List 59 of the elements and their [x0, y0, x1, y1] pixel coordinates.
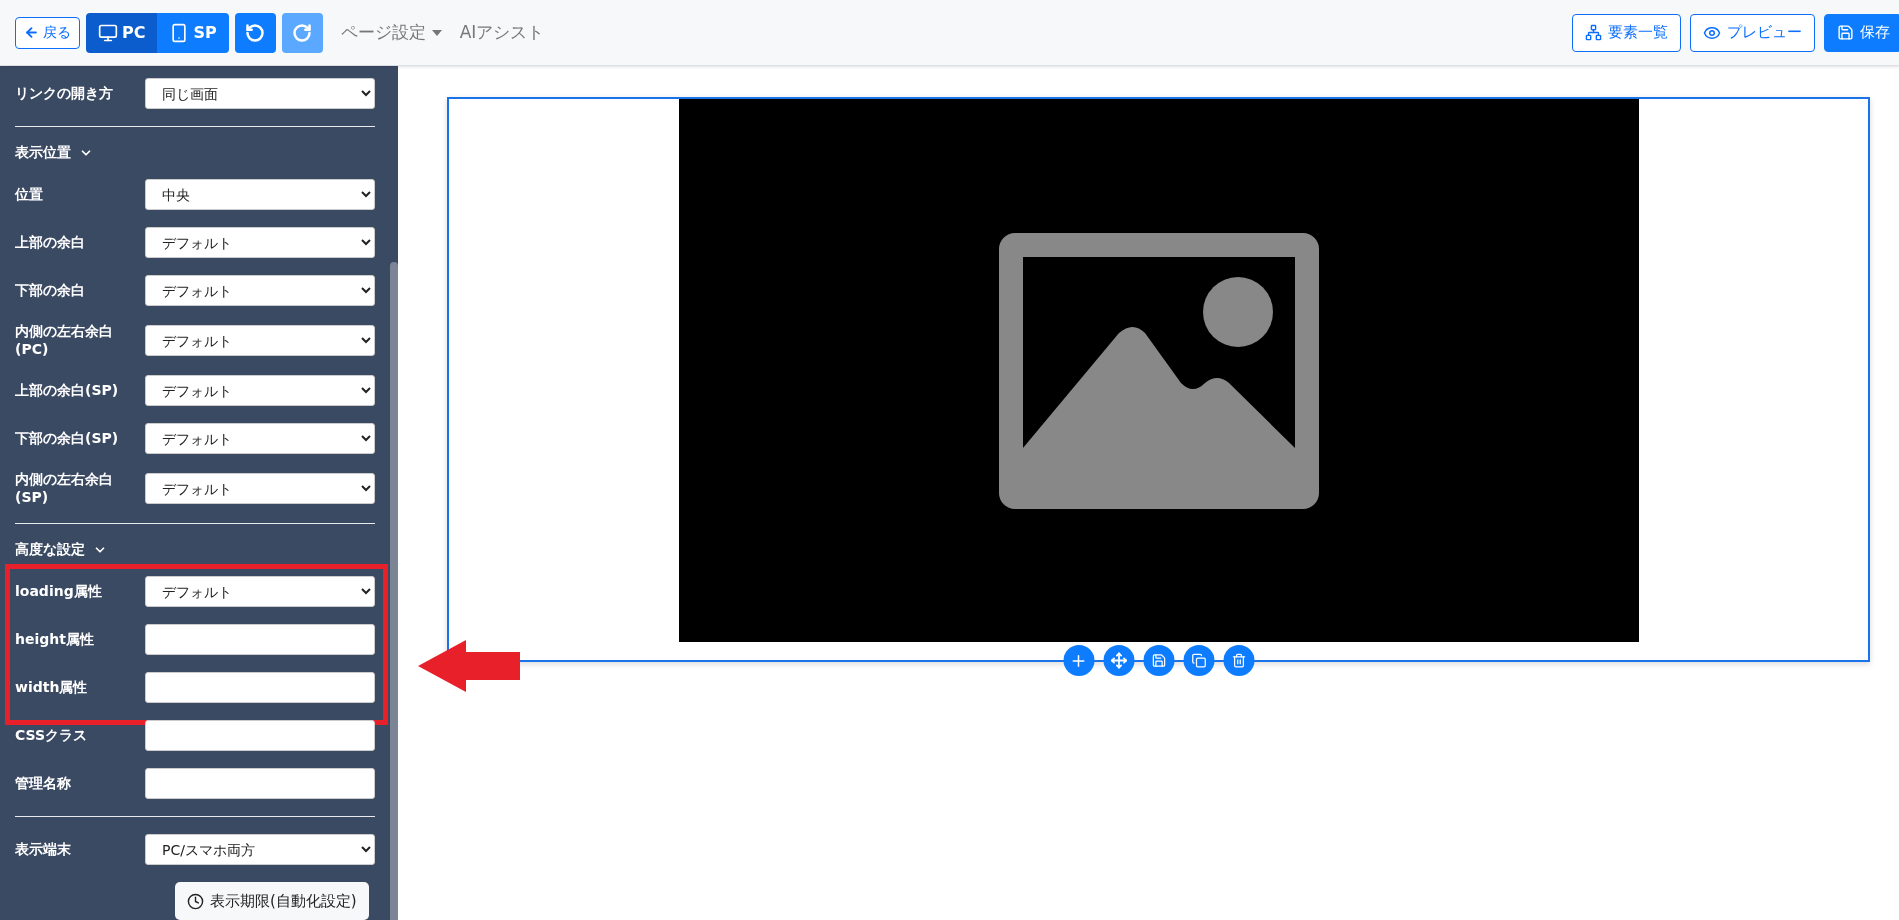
- schedule-button[interactable]: 表示期限(自動化設定): [175, 882, 369, 920]
- copy-button[interactable]: [1183, 645, 1214, 676]
- image-icon: [998, 232, 1319, 509]
- copy-icon: [1191, 653, 1206, 668]
- field-label: 下部の余白(SP): [15, 429, 120, 448]
- save-block-button[interactable]: [1143, 645, 1174, 676]
- arrow-icon: [418, 640, 520, 692]
- redo-icon: [292, 22, 313, 43]
- undo-button[interactable]: [234, 12, 276, 53]
- clock-icon: [187, 892, 204, 910]
- select-field[interactable]: デフォルト: [145, 325, 375, 356]
- select-field[interactable]: PC/スマホ両方: [145, 834, 375, 865]
- add-button[interactable]: [1063, 645, 1094, 676]
- select-field[interactable]: デフォルト: [145, 423, 375, 454]
- field-label: 上部の余白: [15, 233, 86, 252]
- select-field[interactable]: デフォルト: [145, 227, 375, 258]
- field-label: height属性: [15, 630, 95, 649]
- select-field[interactable]: デフォルト: [145, 473, 375, 504]
- move-icon: [1110, 652, 1127, 669]
- field-label: リンクの開き方: [15, 84, 114, 103]
- monitor-icon: [98, 22, 118, 43]
- undo-icon: [245, 22, 266, 43]
- field-label: loading属性: [15, 582, 103, 601]
- device-tab[interactable]: SP: [157, 12, 229, 53]
- field-label: 上部の余白(SP): [15, 381, 120, 400]
- field-label: 内側の左右余白(SP): [15, 471, 114, 506]
- field-label: 位置: [15, 185, 44, 204]
- scrollbar-thumb[interactable]: [390, 262, 398, 920]
- field-label: 管理名称: [15, 774, 72, 793]
- tree-icon: [1585, 24, 1602, 41]
- input-field[interactable]: [145, 768, 375, 799]
- field-label: width属性: [15, 678, 89, 697]
- save-icon: [1837, 24, 1854, 41]
- select-field[interactable]: 同じ画面: [145, 78, 375, 109]
- selected-block[interactable]: [447, 97, 1870, 662]
- input-field[interactable]: [145, 624, 375, 655]
- menu-item[interactable]: ページ設定: [340, 21, 442, 44]
- section-toggle[interactable]: 表示位置: [15, 144, 93, 162]
- field-label: 下部の余白: [15, 281, 86, 300]
- save-button[interactable]: 保存: [1824, 13, 1899, 52]
- field-label: CSSクラス: [15, 726, 89, 745]
- select-field[interactable]: デフォルト: [145, 275, 375, 306]
- save-icon: [1151, 653, 1166, 668]
- move-button[interactable]: [1103, 645, 1134, 676]
- trash-icon: [1231, 653, 1246, 668]
- back-button[interactable]: 戻る: [15, 16, 80, 49]
- select-field[interactable]: デフォルト: [145, 375, 375, 406]
- section-toggle[interactable]: 高度な設定: [15, 541, 107, 559]
- elements-button[interactable]: 要素一覧: [1572, 13, 1681, 52]
- menu-item[interactable]: AIアシスト: [459, 21, 545, 44]
- field-label: 内側の左右余白(PC): [15, 323, 114, 358]
- delete-button[interactable]: [1223, 645, 1254, 676]
- device-tab[interactable]: PC: [86, 12, 158, 53]
- field-label: 表示端末: [15, 840, 72, 859]
- select-field[interactable]: 中央: [145, 179, 375, 210]
- input-field[interactable]: [145, 672, 375, 703]
- preview-button[interactable]: プレビュー: [1690, 13, 1815, 52]
- input-field[interactable]: [145, 720, 375, 751]
- select-field[interactable]: デフォルト: [145, 576, 375, 607]
